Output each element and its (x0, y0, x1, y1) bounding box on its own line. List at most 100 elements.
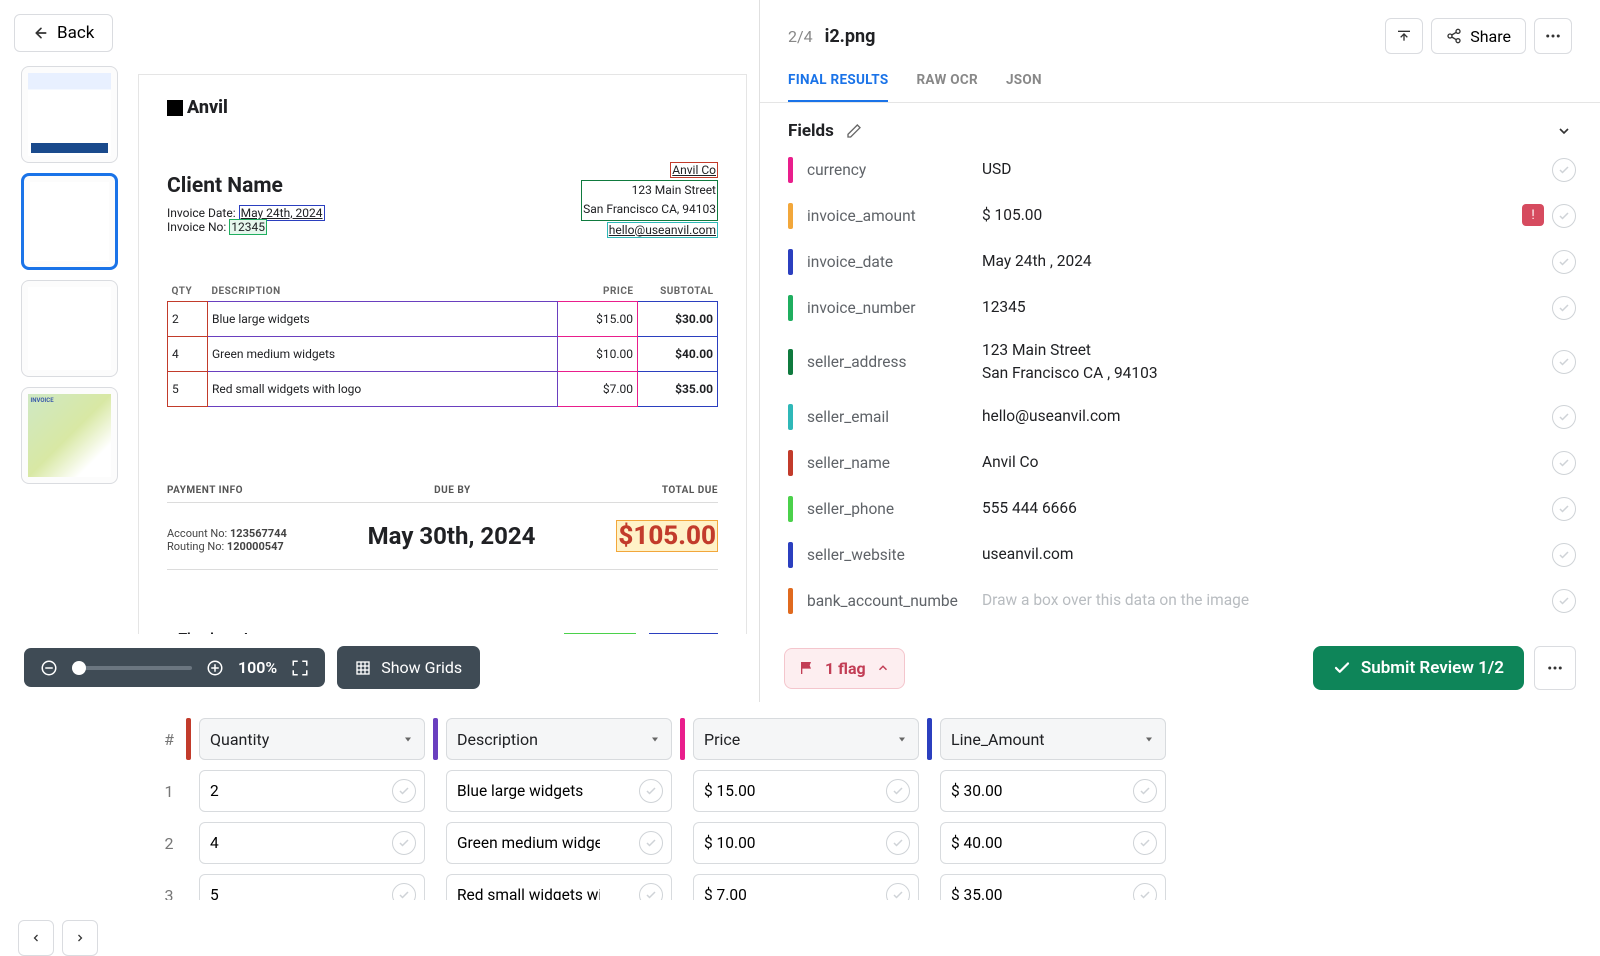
approve-button[interactable] (1552, 158, 1576, 182)
pay-details: Account No: 123567744 Routing No: 120000… (167, 527, 287, 553)
flag-count: 1 flag (825, 659, 866, 678)
field-row-seller_email[interactable]: seller_emailhello@useanvil.com (788, 394, 1588, 440)
tab-json[interactable]: JSON (1006, 72, 1042, 102)
zoom-out-icon[interactable] (40, 659, 58, 677)
thumbnail-2[interactable] (21, 173, 118, 270)
approve-cell-button[interactable] (639, 883, 663, 900)
approve-button[interactable] (1552, 250, 1576, 274)
tab-raw-ocr[interactable]: RAW OCR (916, 72, 977, 102)
approve-button[interactable] (1552, 350, 1576, 374)
grid-input[interactable] (457, 834, 600, 852)
line-items-grid: #QuantityDescriptionPriceLine_Amount123 (0, 702, 1600, 900)
color-bar (788, 295, 793, 321)
edit-icon[interactable] (846, 123, 862, 139)
grid-cell[interactable] (693, 822, 919, 864)
tab-final-results[interactable]: FINAL RESULTS (788, 72, 888, 102)
grid-input[interactable] (951, 834, 1094, 852)
grid-input[interactable] (704, 886, 847, 900)
submit-review-button[interactable]: Submit Review 1/2 (1313, 646, 1524, 690)
grid-input[interactable] (210, 886, 353, 900)
grid-cell[interactable] (199, 770, 425, 812)
back-label: Back (57, 23, 94, 43)
flag-badge[interactable]: ! (1522, 204, 1544, 226)
approve-cell-button[interactable] (392, 831, 416, 855)
field-row-currency[interactable]: currencyUSD (788, 147, 1588, 193)
grid-cell[interactable] (446, 874, 672, 900)
expand-icon[interactable] (291, 659, 309, 677)
grid-cell[interactable] (693, 874, 919, 900)
grid-cell[interactable] (446, 770, 672, 812)
chevron-down-icon[interactable] (1556, 123, 1572, 139)
approve-cell-button[interactable] (886, 883, 910, 900)
grid-cell[interactable] (446, 822, 672, 864)
field-row-invoice_date[interactable]: invoice_dateMay 24th , 2024 (788, 239, 1588, 285)
chevron-up-icon (876, 661, 890, 675)
thumbnail-4[interactable]: INVOICE (21, 387, 118, 484)
grid-cell[interactable] (199, 874, 425, 900)
dropdown-icon (896, 733, 908, 745)
share-icon (1446, 28, 1462, 44)
col-header-line_amount[interactable]: Line_Amount (940, 718, 1166, 760)
thumbnail-1[interactable] (21, 66, 118, 163)
field-row-seller_phone[interactable]: seller_phone555 444 6666 (788, 486, 1588, 532)
field-row-invoice_number[interactable]: invoice_number12345 (788, 285, 1588, 331)
approve-button[interactable] (1552, 204, 1576, 228)
grid-input[interactable] (951, 886, 1094, 900)
prev-page-button[interactable] (18, 920, 54, 956)
grid-cell[interactable] (693, 770, 919, 812)
approve-button[interactable] (1552, 497, 1576, 521)
grid-cell[interactable] (199, 822, 425, 864)
grid-input[interactable] (210, 834, 353, 852)
grid-cell[interactable] (940, 770, 1166, 812)
next-page-button[interactable] (62, 920, 98, 956)
grid-input[interactable] (704, 834, 847, 852)
approve-button[interactable] (1552, 589, 1576, 613)
fields-list: currencyUSDinvoice_amount$ 105.00!invoic… (760, 147, 1600, 634)
flag-chip[interactable]: 1 flag (784, 648, 905, 689)
grid-input[interactable] (457, 782, 600, 800)
approve-cell-button[interactable] (886, 779, 910, 803)
grid-input[interactable] (704, 782, 847, 800)
color-bar (788, 349, 793, 375)
approve-button[interactable] (1552, 296, 1576, 320)
upload-button[interactable] (1385, 18, 1423, 54)
grid-input[interactable] (951, 782, 1094, 800)
approve-cell-button[interactable] (886, 831, 910, 855)
back-button[interactable]: Back (14, 14, 113, 52)
grid-input[interactable] (210, 782, 353, 800)
zoom-slider[interactable] (72, 666, 192, 670)
approve-cell-button[interactable] (639, 831, 663, 855)
thumbnail-3[interactable] (21, 280, 118, 377)
col-index: # (160, 730, 178, 749)
approve-button[interactable] (1552, 451, 1576, 475)
approve-cell-button[interactable] (392, 779, 416, 803)
document-preview: Anvil Client Name Invoice Date: May 24th… (138, 74, 747, 634)
approve-button[interactable] (1552, 543, 1576, 567)
zoom-in-icon[interactable] (206, 659, 224, 677)
grid-input[interactable] (457, 886, 600, 900)
grid-cell[interactable] (940, 822, 1166, 864)
field-row-seller_address[interactable]: seller_address123 Main Street San Franci… (788, 331, 1588, 394)
approve-cell-button[interactable] (1133, 779, 1157, 803)
approve-cell-button[interactable] (1133, 883, 1157, 900)
col-header-description[interactable]: Description (446, 718, 672, 760)
approve-cell-button[interactable] (639, 779, 663, 803)
approve-cell-button[interactable] (392, 883, 416, 900)
more-actions-button[interactable] (1534, 646, 1576, 690)
more-button[interactable] (1534, 18, 1572, 54)
field-row-seller_website[interactable]: seller_websiteuseanvil.com (788, 532, 1588, 578)
doc-logo: Anvil (167, 97, 718, 118)
col-header-quantity[interactable]: Quantity (199, 718, 425, 760)
row-index: 3 (160, 886, 178, 901)
grid-cell[interactable] (940, 874, 1166, 900)
chevron-left-icon (30, 932, 42, 944)
field-name: seller_name (807, 454, 982, 472)
approve-button[interactable] (1552, 405, 1576, 429)
field-row-bank_account_numbe[interactable]: bank_account_numbeDraw a box over this d… (788, 578, 1588, 624)
field-row-seller_name[interactable]: seller_nameAnvil Co (788, 440, 1588, 486)
field-row-invoice_amount[interactable]: invoice_amount$ 105.00! (788, 193, 1588, 239)
show-grids-button[interactable]: Show Grids (337, 646, 480, 689)
approve-cell-button[interactable] (1133, 831, 1157, 855)
col-header-price[interactable]: Price (693, 718, 919, 760)
share-button[interactable]: Share (1431, 18, 1526, 54)
